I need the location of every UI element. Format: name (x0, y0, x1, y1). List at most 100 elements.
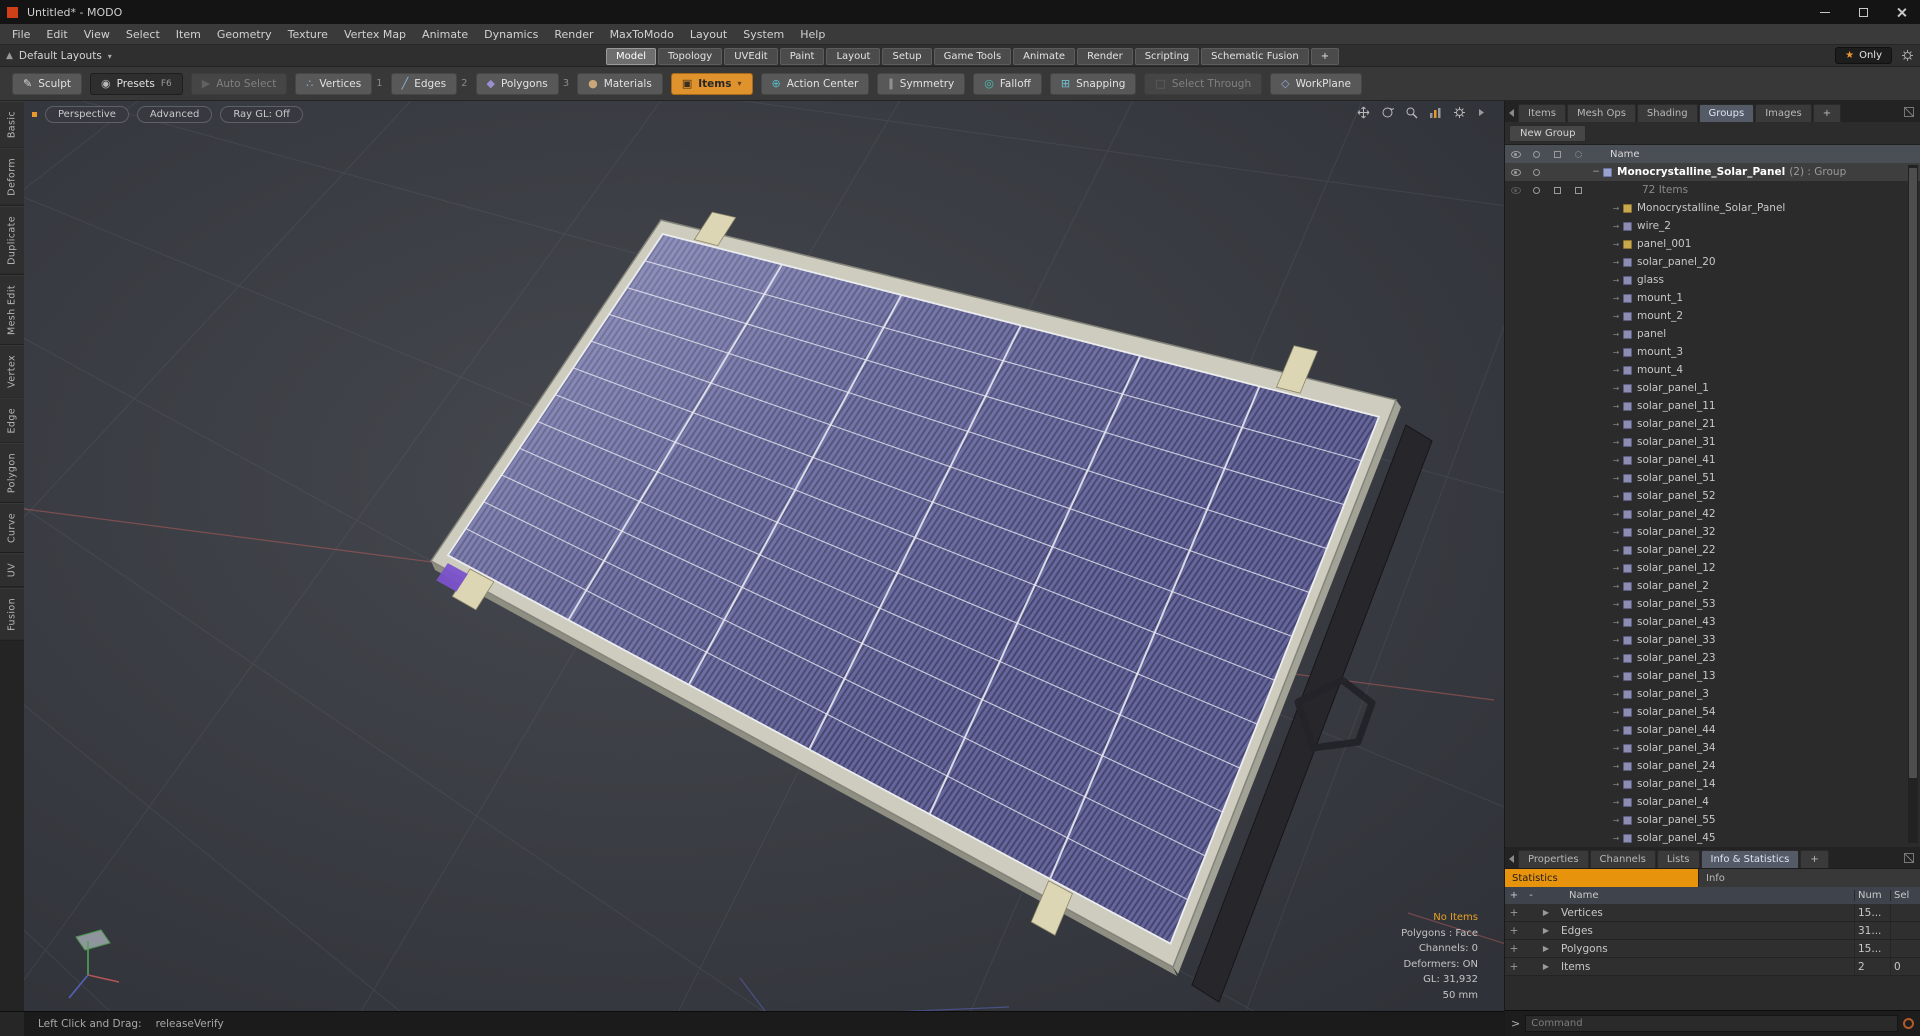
panel-tab-items[interactable]: Items (1518, 104, 1566, 122)
visibility-column-icon[interactable] (1510, 150, 1521, 158)
render-column-icon[interactable] (1533, 150, 1540, 158)
menu-geometry[interactable]: Geometry (209, 28, 280, 41)
viewport-menu-arrow-icon[interactable] (1477, 108, 1486, 117)
menu-maxtomodo[interactable]: MaxToModo (602, 28, 682, 41)
row-expand-plus[interactable]: + (1505, 961, 1523, 973)
row-expand-arrow-icon[interactable]: ▶ (1539, 908, 1553, 917)
item-row-solar-panel-42[interactable]: → solar_panel_42 (1505, 505, 1920, 523)
panel-tab-tab[interactable]: + (1812, 104, 1842, 122)
layout-tab-paint[interactable]: Paint (779, 48, 825, 65)
item-row-solar-panel-14[interactable]: → solar_panel_14 (1505, 775, 1920, 793)
side-tab-edge[interactable]: Edge (0, 397, 24, 444)
menu-view[interactable]: View (76, 28, 118, 41)
item-row-solar-panel-52[interactable]: → solar_panel_52 (1505, 487, 1920, 505)
item-row-mount-2[interactable]: → mount_2 (1505, 307, 1920, 325)
menu-vertex-map[interactable]: Vertex Map (336, 28, 414, 41)
collapse-all-button[interactable]: - (1523, 890, 1539, 901)
viewport-button-ray-gl-off[interactable]: Ray GL: Off (220, 106, 303, 123)
item-row-solar-panel-1[interactable]: → solar_panel_1 (1505, 379, 1920, 397)
menu-select[interactable]: Select (118, 28, 168, 41)
select-through-button[interactable]: □ Select Through (1144, 72, 1263, 95)
collapse-panel-icon[interactable] (1509, 855, 1514, 863)
expand-panel-icon[interactable] (1904, 107, 1914, 117)
polygons-button[interactable]: ◆ Polygons (475, 72, 559, 95)
item-row-solar-panel-4[interactable]: → solar_panel_4 (1505, 793, 1920, 811)
falloff-button[interactable]: ◎ Falloff (973, 72, 1042, 95)
new-group-button[interactable]: New Group (1509, 124, 1587, 142)
stats-row-polygons[interactable]: + ▶ Polygons 15... (1505, 940, 1920, 958)
action-center-button[interactable]: ⊕ Action Center (760, 72, 870, 95)
render-toggle-icon[interactable] (1533, 168, 1540, 176)
item-row-solar-panel-31[interactable]: → solar_panel_31 (1505, 433, 1920, 451)
expander-minus-icon[interactable]: − (1589, 167, 1603, 177)
workplane-button[interactable]: ◇ WorkPlane (1270, 72, 1362, 95)
item-row-solar-panel-54[interactable]: → solar_panel_54 (1505, 703, 1920, 721)
item-row-solar-panel-3[interactable]: → solar_panel_3 (1505, 685, 1920, 703)
auto-select-button[interactable]: ▶ Auto Select (190, 72, 288, 95)
item-row-monocrystalline-solar-panel[interactable]: → Monocrystalline_Solar_Panel (1505, 199, 1920, 217)
panel-tab-properties[interactable]: Properties (1518, 850, 1589, 868)
row-expand-arrow-icon[interactable]: ▶ (1539, 944, 1553, 953)
side-tab-polygon[interactable]: Polygon (0, 443, 24, 504)
render-toggle-icon[interactable] (1533, 186, 1540, 194)
viewport-button-perspective[interactable]: Perspective (45, 106, 129, 123)
side-tab-duplicate[interactable]: Duplicate (0, 205, 24, 275)
lock-toggle-icon[interactable] (1554, 186, 1561, 194)
item-row-solar-panel-20[interactable]: → solar_panel_20 (1505, 253, 1920, 271)
lock-column-icon[interactable] (1554, 150, 1561, 158)
row-expand-plus[interactable]: + (1505, 943, 1523, 955)
only-filter-button[interactable]: ★ Only (1835, 47, 1892, 64)
stats-row-vertices[interactable]: + ▶ Vertices 15... (1505, 904, 1920, 922)
maximize-button[interactable] (1844, 0, 1882, 24)
collapse-panel-icon[interactable] (1509, 109, 1514, 117)
default-layouts-button[interactable]: ▲ Default Layouts ▾ (6, 45, 112, 67)
side-tab-mesh-edit[interactable]: Mesh Edit (0, 274, 24, 345)
menu-file[interactable]: File (4, 28, 38, 41)
item-row-solar-panel-24[interactable]: → solar_panel_24 (1505, 757, 1920, 775)
item-row-solar-panel-34[interactable]: → solar_panel_34 (1505, 739, 1920, 757)
side-tab-fusion[interactable]: Fusion (0, 587, 24, 641)
item-row-solar-panel-32[interactable]: → solar_panel_32 (1505, 523, 1920, 541)
viewport-button-advanced[interactable]: Advanced (136, 106, 213, 123)
zoom-tool-icon[interactable] (1405, 106, 1418, 119)
close-button[interactable] (1882, 0, 1920, 24)
menu-edit[interactable]: Edit (38, 28, 75, 41)
panel-tab-images[interactable]: Images (1755, 104, 1812, 122)
viewport-settings-gear-icon[interactable] (1453, 106, 1466, 119)
subtab-statistics[interactable]: Statistics (1505, 869, 1698, 887)
layout-tab-schematic-fusion[interactable]: Schematic Fusion (1201, 48, 1309, 65)
panel-tab-groups[interactable]: Groups (1698, 104, 1755, 122)
item-row-solar-panel-23[interactable]: → solar_panel_23 (1505, 649, 1920, 667)
list-scrollbar[interactable] (1908, 165, 1918, 843)
stats-row-edges[interactable]: + ▶ Edges 31... (1505, 922, 1920, 940)
performance-meter-icon[interactable] (1429, 106, 1442, 119)
settings-gear-icon[interactable] (1901, 49, 1914, 62)
row-expand-arrow-icon[interactable]: ▶ (1539, 962, 1553, 971)
edges-button[interactable]: ╱ Edges (390, 72, 458, 95)
item-row-solar-panel-45[interactable]: → solar_panel_45 (1505, 829, 1920, 847)
side-tab-deform[interactable]: Deform (0, 148, 24, 206)
panel-tab-tab[interactable]: + (1800, 850, 1829, 868)
item-row-solar-panel-12[interactable]: → solar_panel_12 (1505, 559, 1920, 577)
item-row-wire-2[interactable]: → wire_2 (1505, 217, 1920, 235)
orbit-tool-icon[interactable] (1381, 106, 1394, 119)
panel-tab-info-statistics[interactable]: Info & Statistics (1700, 850, 1800, 868)
item-row-solar-panel-55[interactable]: → solar_panel_55 (1505, 811, 1920, 829)
item-row-solar-panel-21[interactable]: → solar_panel_21 (1505, 415, 1920, 433)
item-row-solar-panel-13[interactable]: → solar_panel_13 (1505, 667, 1920, 685)
side-tab-basic[interactable]: Basic (0, 101, 24, 149)
stats-row-items[interactable]: + ▶ Items 2 0 (1505, 958, 1920, 976)
menu-texture[interactable]: Texture (280, 28, 336, 41)
item-row-solar-panel-41[interactable]: → solar_panel_41 (1505, 451, 1920, 469)
item-row-solar-panel-44[interactable]: → solar_panel_44 (1505, 721, 1920, 739)
symmetry-button[interactable]: ∥ Symmetry (877, 72, 966, 95)
item-row-solar-panel-51[interactable]: → solar_panel_51 (1505, 469, 1920, 487)
panel-tab-lists[interactable]: Lists (1656, 850, 1700, 868)
row-expand-arrow-icon[interactable]: ▶ (1539, 926, 1553, 935)
layout-tab-animate[interactable]: Animate (1013, 48, 1076, 65)
presets-button[interactable]: ◉ Presets F6 (90, 72, 183, 95)
item-row-mount-1[interactable]: → mount_1 (1505, 289, 1920, 307)
filter-column-icon[interactable] (1575, 150, 1582, 158)
row-expand-plus[interactable]: + (1505, 925, 1523, 937)
sculpt-button[interactable]: ✎ Sculpt (12, 72, 83, 95)
